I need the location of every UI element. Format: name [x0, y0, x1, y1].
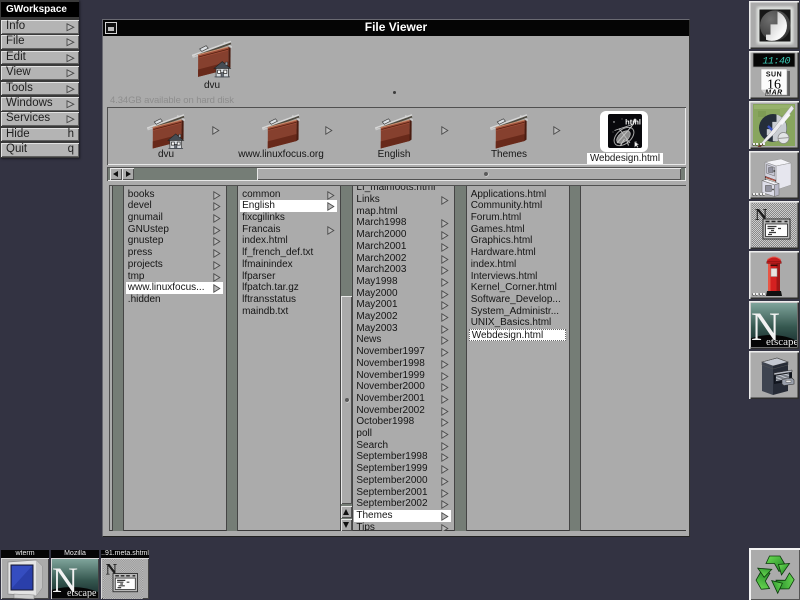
svg-text:MAR: MAR: [765, 90, 782, 97]
svg-text:html: html: [625, 118, 641, 127]
svg-text:etscape: etscape: [67, 588, 97, 598]
svg-text:etscape: etscape: [766, 336, 797, 347]
svg-text:11:40: 11:40: [762, 57, 790, 68]
